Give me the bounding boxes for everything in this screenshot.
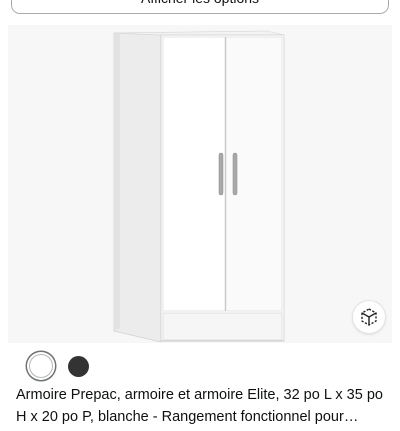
product-title[interactable]: Armoire Prepac, armoire et armoire Elite… <box>16 384 386 428</box>
3d-cube-icon <box>361 308 377 326</box>
show-options-button[interactable]: Afficher les options <box>11 0 389 14</box>
product-image-card[interactable] <box>8 25 392 343</box>
color-swatch-white[interactable] <box>29 354 53 378</box>
wardrobe-product-image <box>113 30 285 343</box>
view-in-3d-button[interactable] <box>353 301 385 333</box>
color-swatch-black[interactable] <box>68 356 89 377</box>
